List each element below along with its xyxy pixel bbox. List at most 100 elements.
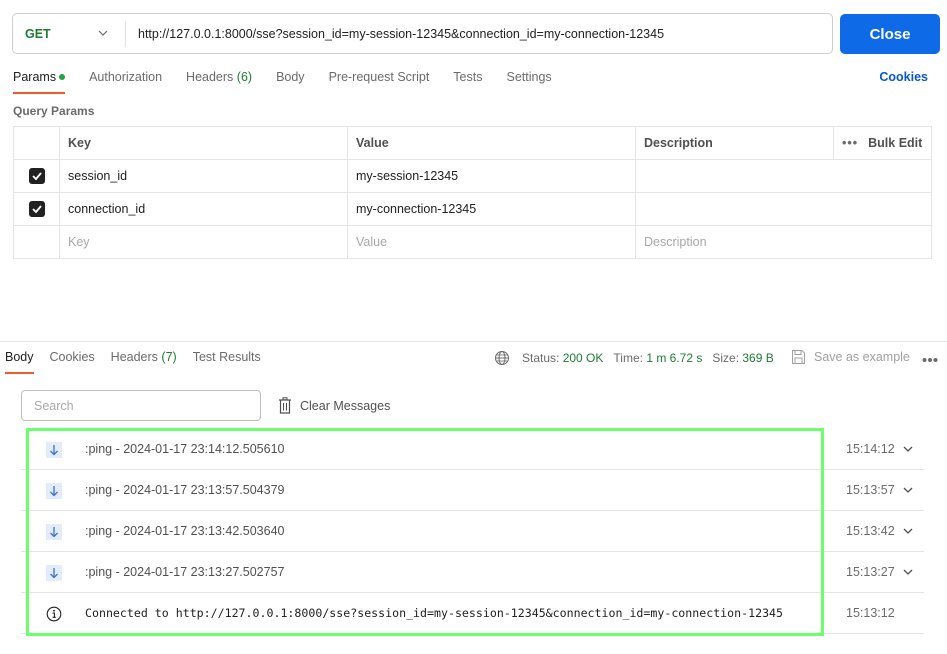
close-button[interactable]: Close bbox=[840, 14, 940, 54]
response-divider[interactable] bbox=[0, 341, 947, 342]
chevron-down-icon[interactable] bbox=[903, 527, 913, 535]
response-meta: Status: 200 OK Time: 1 m 6.72 s Size: 36… bbox=[494, 350, 784, 366]
clear-messages-button[interactable]: Clear Messages bbox=[278, 397, 390, 414]
clear-messages-label: Clear Messages bbox=[300, 398, 391, 413]
request-tabs: Params Authorization Headers (6) Body Pr… bbox=[13, 68, 576, 94]
status-value: 200 OK bbox=[562, 351, 604, 365]
message-time: 15:14:12 bbox=[846, 442, 895, 456]
param-description[interactable] bbox=[635, 192, 932, 226]
check-icon bbox=[31, 205, 42, 214]
trash-icon bbox=[279, 397, 291, 414]
status-label: Status: bbox=[522, 351, 560, 365]
status-readout[interactable]: Status: 200 OK bbox=[522, 351, 603, 365]
message-row-info[interactable]: Connected to http://127.0.0.1:8000/sse?s… bbox=[21, 593, 924, 634]
response-tab-test-results[interactable]: Test Results bbox=[193, 350, 261, 374]
save-as-example-button[interactable]: Save as example bbox=[791, 349, 910, 365]
size-label: Size: bbox=[712, 351, 740, 365]
url-bar: GET bbox=[12, 13, 833, 54]
size-readout[interactable]: Size: 369 B bbox=[712, 351, 773, 365]
time-label: Time: bbox=[613, 351, 643, 365]
header-check-cell bbox=[13, 126, 60, 160]
table-row: session_id my-session-12345 bbox=[13, 159, 932, 193]
arrow-down-icon bbox=[46, 565, 62, 581]
tab-params[interactable]: Params bbox=[13, 68, 66, 94]
param-checkbox[interactable] bbox=[28, 168, 45, 184]
tab-pre-request-script[interactable]: Pre-request Script bbox=[329, 68, 430, 94]
new-value-input[interactable]: Value bbox=[347, 225, 636, 259]
message-text: :ping - 2024-01-17 23:13:57.504379 bbox=[85, 483, 285, 497]
chevron-down-icon bbox=[98, 30, 108, 36]
new-description-input[interactable]: Description bbox=[635, 225, 932, 259]
table-row: connection_id my-connection-12345 bbox=[13, 192, 932, 226]
message-time: 15:13:12 bbox=[846, 606, 895, 620]
tab-headers-label: Headers bbox=[186, 70, 234, 84]
bulk-edit-label: Bulk Edit bbox=[868, 136, 923, 150]
response-tab-cookies[interactable]: Cookies bbox=[50, 350, 95, 374]
table-header-row: Key Value Description ••• Bulk Edit bbox=[13, 126, 932, 160]
save-icon bbox=[792, 350, 805, 364]
chevron-down-icon[interactable] bbox=[903, 568, 913, 576]
message-row[interactable]: :ping - 2024-01-17 23:13:57.504379 15:13… bbox=[21, 470, 924, 511]
response-tab-body[interactable]: Body bbox=[5, 350, 34, 374]
message-row[interactable]: :ping - 2024-01-17 23:13:27.502757 15:13… bbox=[21, 552, 924, 593]
method-select[interactable]: GET bbox=[13, 14, 125, 53]
time-readout[interactable]: Time: 1 m 6.72 s bbox=[613, 351, 702, 365]
params-active-dot bbox=[59, 73, 66, 80]
info-icon bbox=[46, 606, 62, 622]
row-check-cell bbox=[13, 159, 60, 193]
time-value: 1 m 6.72 s bbox=[646, 351, 703, 365]
arrow-down-icon bbox=[46, 442, 62, 458]
tab-tests[interactable]: Tests bbox=[453, 68, 482, 94]
bulk-edit-button[interactable]: ••• Bulk Edit bbox=[833, 126, 932, 160]
cookies-link[interactable]: Cookies bbox=[879, 70, 928, 84]
param-value[interactable]: my-connection-12345 bbox=[347, 192, 636, 226]
message-text: :ping - 2024-01-17 23:14:12.505610 bbox=[85, 442, 285, 456]
table-row-new: Key Value Description bbox=[13, 225, 932, 259]
search-input[interactable] bbox=[21, 390, 261, 421]
chevron-down-icon[interactable] bbox=[903, 486, 913, 494]
tab-headers[interactable]: Headers (6) bbox=[186, 68, 252, 94]
param-checkbox[interactable] bbox=[28, 201, 45, 217]
tab-params-label: Params bbox=[13, 70, 57, 84]
response-tabs: Body Cookies Headers (7) Test Results bbox=[5, 350, 277, 374]
param-key[interactable]: connection_id bbox=[59, 192, 348, 226]
more-icon bbox=[922, 358, 938, 362]
param-value[interactable]: my-session-12345 bbox=[347, 159, 636, 193]
message-row[interactable]: :ping - 2024-01-17 23:14:12.505610 15:14… bbox=[21, 429, 924, 470]
save-as-example-label: Save as example bbox=[814, 350, 910, 364]
param-description[interactable] bbox=[635, 159, 932, 193]
globe-icon[interactable] bbox=[494, 350, 510, 366]
row-check-cell bbox=[13, 192, 60, 226]
message-text: :ping - 2024-01-17 23:13:27.502757 bbox=[85, 565, 285, 579]
tab-authorization[interactable]: Authorization bbox=[89, 68, 162, 94]
arrow-down-icon bbox=[46, 524, 62, 540]
response-tab-headers[interactable]: Headers (7) bbox=[111, 350, 177, 374]
size-value: 369 B bbox=[742, 351, 774, 365]
new-key-input[interactable]: Key bbox=[59, 225, 348, 259]
url-input[interactable] bbox=[126, 14, 832, 53]
message-time: 15:13:27 bbox=[846, 565, 895, 579]
param-key[interactable]: session_id bbox=[59, 159, 348, 193]
method-label: GET bbox=[25, 26, 51, 41]
query-params-table: Key Value Description ••• Bulk Edit sessi… bbox=[13, 126, 932, 259]
message-list: :ping - 2024-01-17 23:14:12.505610 15:14… bbox=[21, 429, 924, 634]
tab-settings[interactable]: Settings bbox=[506, 68, 551, 94]
arrow-down-icon bbox=[46, 483, 62, 499]
check-icon bbox=[31, 172, 42, 181]
more-options-button[interactable] bbox=[922, 352, 938, 366]
more-icon: ••• bbox=[842, 136, 859, 150]
message-text: Connected to http://127.0.0.1:8000/sse?s… bbox=[85, 606, 784, 620]
headers-count: (6) bbox=[236, 70, 253, 84]
query-params-title: Query Params bbox=[13, 104, 95, 118]
chevron-down-icon[interactable] bbox=[903, 445, 913, 453]
message-text: :ping - 2024-01-17 23:13:42.503640 bbox=[85, 524, 285, 538]
row-check-cell bbox=[13, 225, 60, 259]
response-headers-label: Headers bbox=[110, 350, 158, 364]
header-value: Value bbox=[347, 126, 636, 160]
tab-body[interactable]: Body bbox=[276, 68, 305, 94]
message-time: 15:13:42 bbox=[846, 524, 895, 538]
response-headers-count: (7) bbox=[161, 350, 177, 364]
header-description: Description bbox=[635, 126, 834, 160]
header-key: Key bbox=[59, 126, 348, 160]
message-row[interactable]: :ping - 2024-01-17 23:13:42.503640 15:13… bbox=[21, 511, 924, 552]
